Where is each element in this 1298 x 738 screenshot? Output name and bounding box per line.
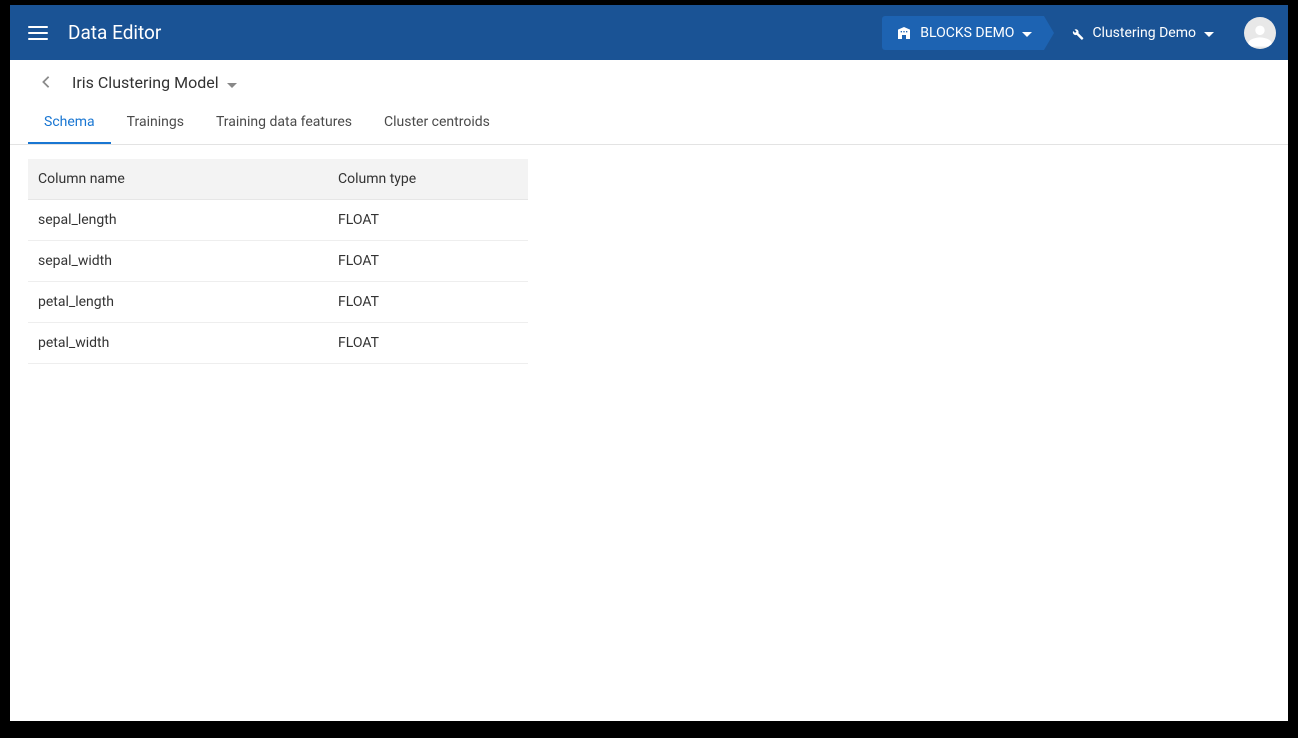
building-icon <box>896 25 912 41</box>
tabs: Schema Trainings Training data features … <box>10 104 1288 145</box>
cell-column-type: FLOAT <box>328 323 528 364</box>
table-row: petal_length FLOAT <box>28 282 528 323</box>
column-header-name: Column name <box>28 159 328 200</box>
table-header-row: Column name Column type <box>28 159 528 200</box>
topbar: Data Editor BLOCKS DEMO Clustering Demo <box>10 5 1288 60</box>
breadcrumb: BLOCKS DEMO Clustering Demo <box>882 16 1226 50</box>
content-area: Column name Column type sepal_length FLO… <box>10 145 1288 378</box>
tab-trainings[interactable]: Trainings <box>111 104 200 144</box>
app-title: Data Editor <box>68 21 161 44</box>
cell-column-name: sepal_length <box>28 200 328 241</box>
person-icon <box>1246 21 1274 49</box>
workspace-selector[interactable]: Clustering Demo <box>1054 16 1226 50</box>
project-label: BLOCKS DEMO <box>920 25 1014 41</box>
cell-column-name: sepal_width <box>28 241 328 282</box>
cell-column-name: petal_width <box>28 323 328 364</box>
cell-column-type: FLOAT <box>328 282 528 323</box>
page-title-dropdown[interactable] <box>227 73 237 92</box>
project-selector[interactable]: BLOCKS DEMO <box>882 16 1044 50</box>
column-header-type: Column type <box>328 159 528 200</box>
page-title: Iris Clustering Model <box>72 73 219 92</box>
table-row: sepal_width FLOAT <box>28 241 528 282</box>
table-row: sepal_length FLOAT <box>28 200 528 241</box>
caret-down-icon <box>1204 25 1214 41</box>
hamburger-menu-icon[interactable] <box>28 21 52 45</box>
tab-cluster-centroids[interactable]: Cluster centroids <box>368 104 506 144</box>
tab-schema[interactable]: Schema <box>28 104 111 144</box>
tab-training-data-features[interactable]: Training data features <box>200 104 368 144</box>
back-button[interactable] <box>34 70 58 94</box>
app-frame: Data Editor BLOCKS DEMO Clustering Demo … <box>10 5 1288 721</box>
table-row: petal_width FLOAT <box>28 323 528 364</box>
chevron-left-icon <box>41 75 51 89</box>
cell-column-type: FLOAT <box>328 200 528 241</box>
workspace-label: Clustering Demo <box>1092 25 1196 41</box>
caret-down-icon <box>1022 25 1032 41</box>
cell-column-type: FLOAT <box>328 241 528 282</box>
caret-down-icon <box>227 83 237 88</box>
user-avatar[interactable] <box>1244 17 1276 49</box>
cell-column-name: petal_length <box>28 282 328 323</box>
wrench-icon <box>1068 25 1084 41</box>
schema-table: Column name Column type sepal_length FLO… <box>28 159 528 364</box>
subheader: Iris Clustering Model <box>10 60 1288 104</box>
